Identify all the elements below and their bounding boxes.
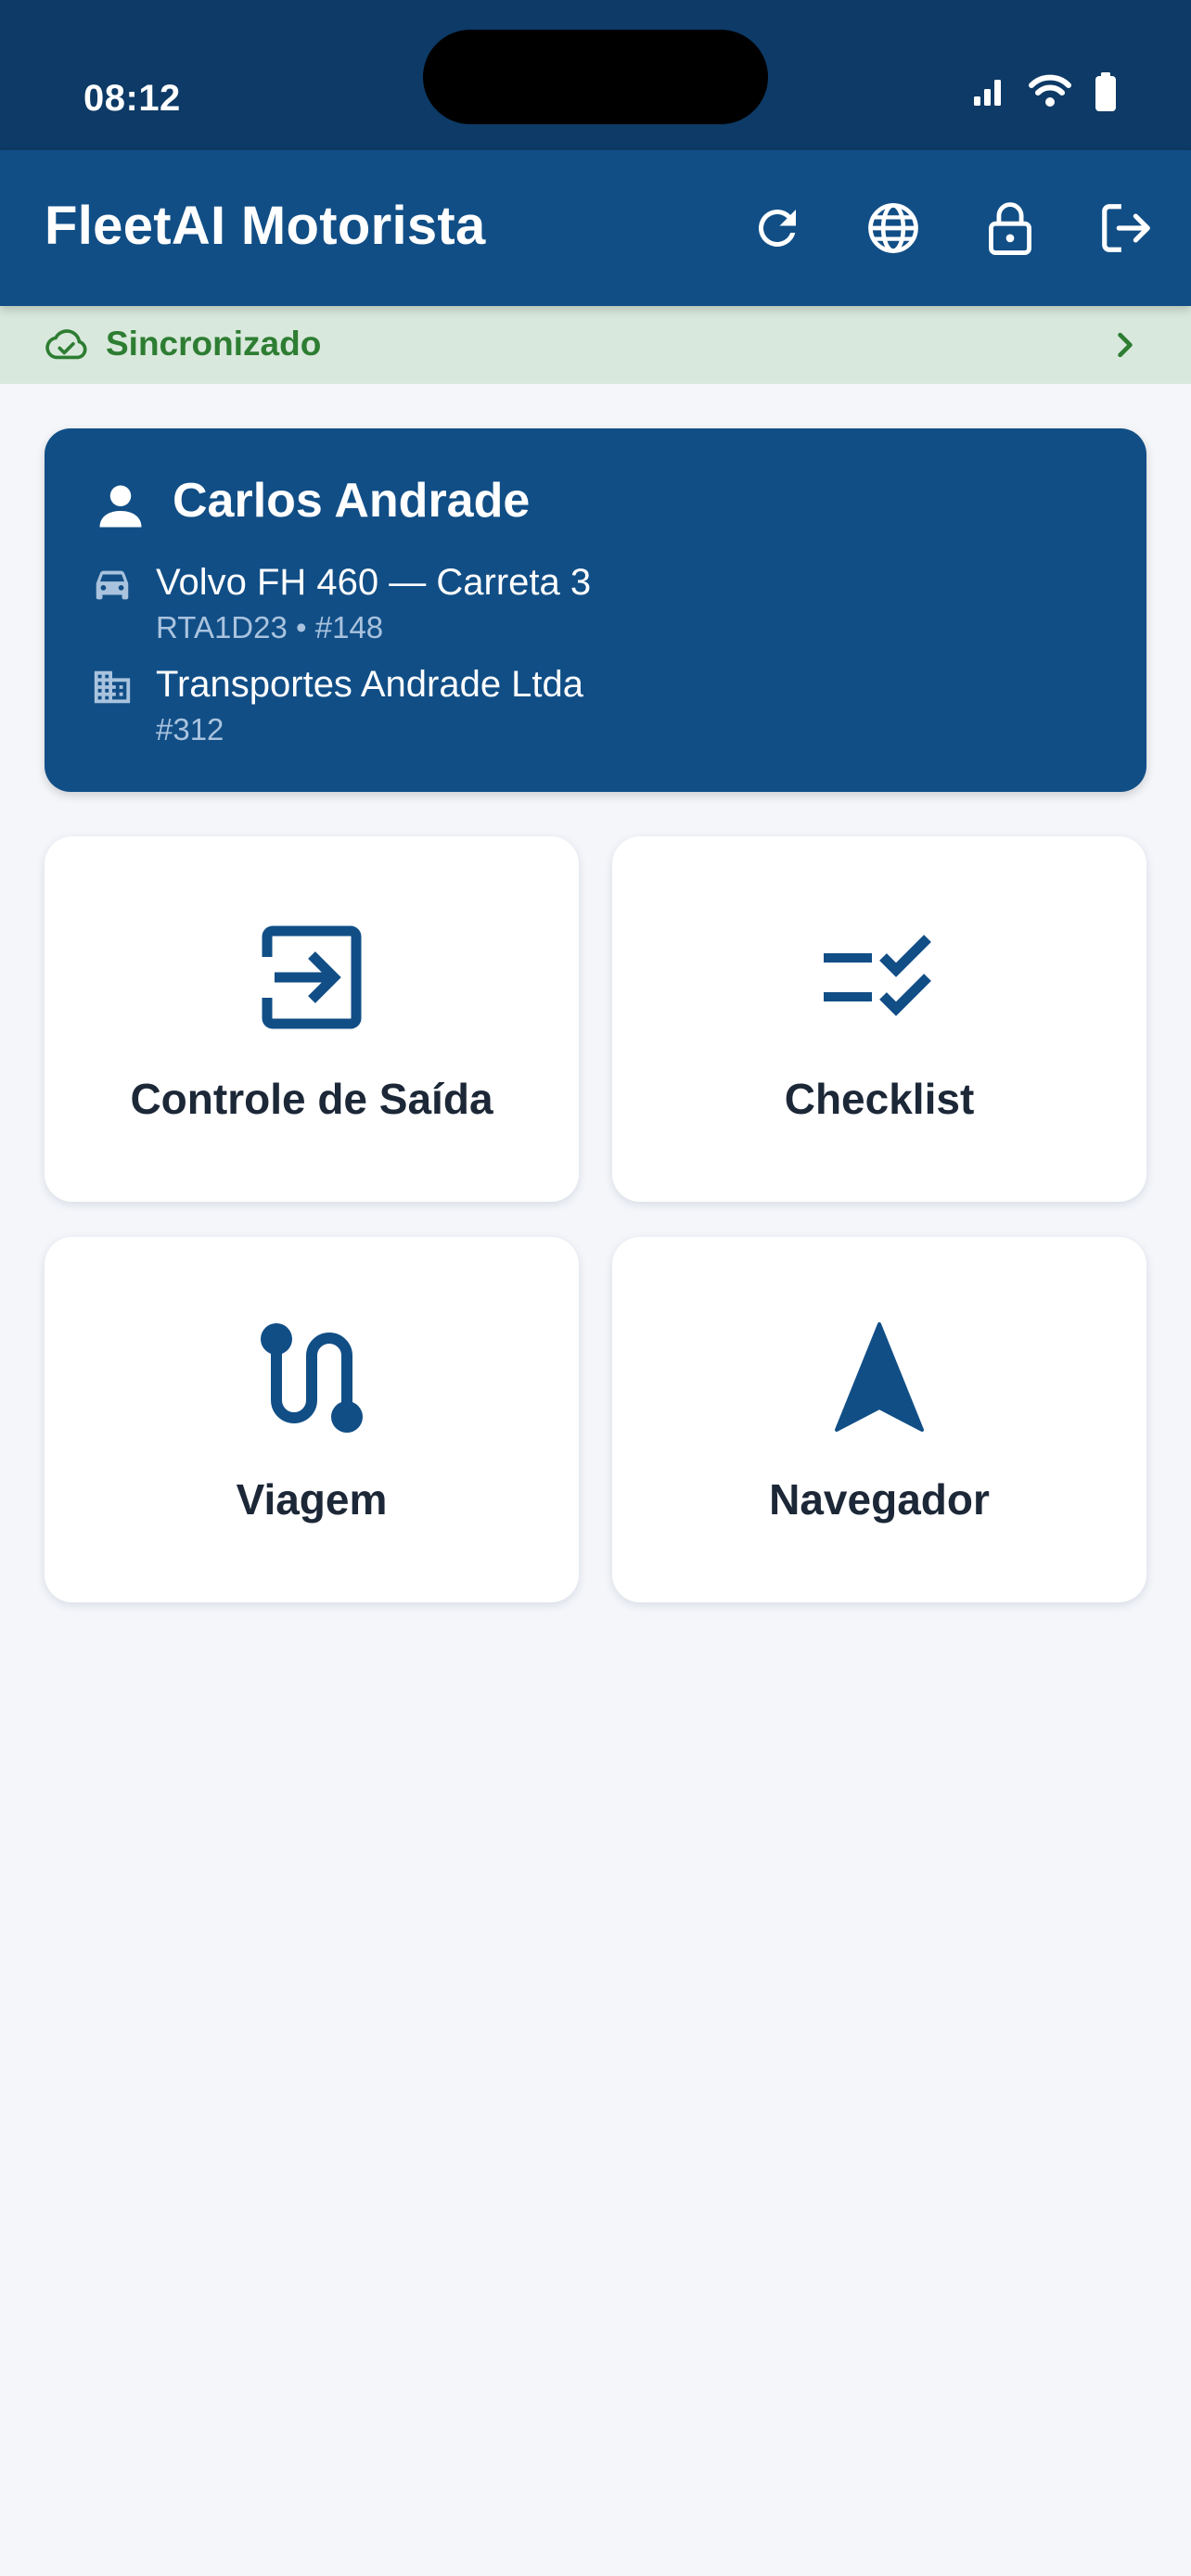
refresh-button[interactable]: [735, 185, 820, 271]
chevron-right-icon: [1118, 332, 1133, 358]
logout-button[interactable]: [1083, 185, 1169, 271]
exit-control-tile[interactable]: Controle de Saída: [45, 836, 579, 1202]
phone-screen: 08:12 FleetAI Motorista Sincronizado Car…: [0, 0, 1191, 2576]
lock-icon: [989, 202, 1031, 255]
battery-icon: [1095, 72, 1116, 111]
dynamic-island: [423, 30, 768, 124]
exit-control-icon: [262, 925, 362, 1029]
app-bar: FleetAI Motorista: [0, 150, 1191, 306]
trip-tile[interactable]: Viagem: [45, 1237, 579, 1602]
status-bar: 08:12: [0, 0, 1191, 150]
building-icon: [94, 670, 131, 704]
cloud-check-icon: [45, 329, 87, 360]
vehicle-title: Volvo FH 460 — Carreta 3: [156, 562, 592, 603]
vehicle-details: RTA1D23 • #148: [156, 610, 384, 644]
sync-status-banner[interactable]: Sincronizado: [0, 306, 1191, 384]
driver-name: Carlos Andrade: [173, 474, 531, 528]
lock-button[interactable]: [967, 185, 1053, 271]
exit-control-label: Controle de Saída: [130, 1075, 493, 1123]
car-icon: [96, 570, 129, 600]
status-time: 08:12: [83, 78, 181, 119]
person-icon: [99, 485, 142, 528]
checklist-icon: [824, 935, 931, 1016]
company-id: #312: [156, 712, 224, 746]
language-button[interactable]: [851, 185, 936, 271]
signal-icon: [974, 80, 1001, 106]
trip-label: Viagem: [236, 1475, 388, 1524]
status-icons: [950, 70, 1191, 119]
navigator-label: Navegador: [769, 1475, 990, 1524]
navigation-arrow-icon: [835, 1322, 924, 1432]
logout-icon: [1102, 204, 1150, 252]
route-icon: [261, 1323, 363, 1433]
refresh-icon: [758, 209, 796, 247]
checklist-label: Checklist: [784, 1075, 975, 1123]
app-title: FleetAI Motorista: [45, 196, 486, 256]
navigator-tile[interactable]: Navegador: [612, 1237, 1146, 1602]
company-name: Transportes Andrade Ltda: [156, 664, 584, 705]
checklist-tile[interactable]: Checklist: [612, 836, 1146, 1202]
sync-status-label: Sincronizado: [106, 325, 322, 363]
globe-icon: [868, 203, 918, 253]
driver-info-card: Carlos Andrade Volvo FH 460 — Carreta 3 …: [45, 428, 1146, 792]
wifi-icon: [1029, 74, 1071, 107]
